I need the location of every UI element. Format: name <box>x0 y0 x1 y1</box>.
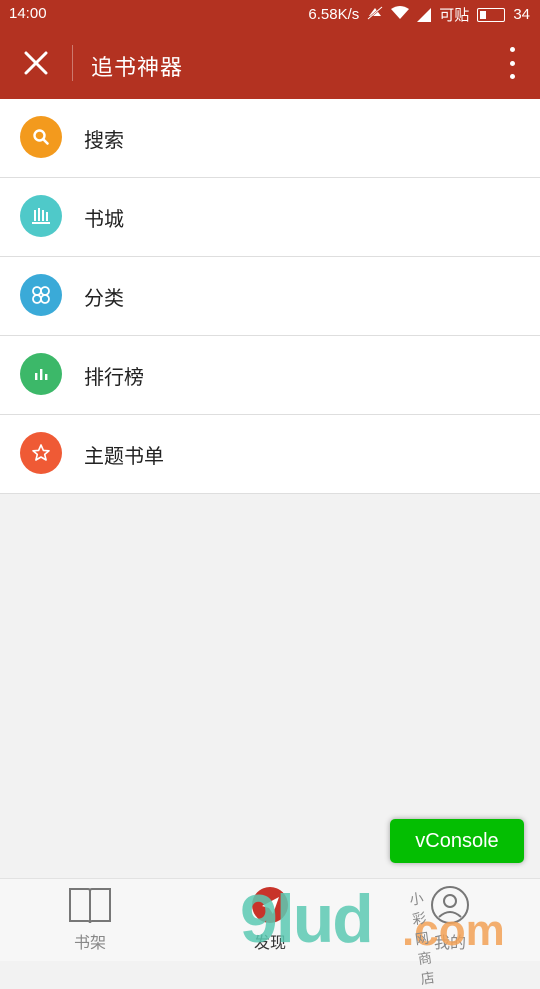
menu-item-label: 搜索 <box>84 127 124 152</box>
page-title: 追书神器 <box>91 56 184 81</box>
network-speed: 6.58K/s <box>308 6 360 23</box>
menu-item-ranking[interactable]: 排行榜 <box>0 336 540 415</box>
carrier-label: 可贴 <box>439 7 470 24</box>
bookstore-icon <box>20 195 62 237</box>
discover-menu: 搜索 书城 分类 排行榜 主题书单 <box>0 99 540 494</box>
menu-item-label: 主题书单 <box>84 443 164 468</box>
mute-icon <box>367 5 383 24</box>
nav-item-discover[interactable]: 发现 <box>220 885 320 957</box>
battery-icon <box>477 7 506 22</box>
battery-level: 34 <box>513 6 530 23</box>
nav-label: 书架 <box>73 933 106 952</box>
title-divider <box>72 45 73 81</box>
nav-label: 发现 <box>253 933 286 952</box>
menu-item-theme-booklist[interactable]: 主题书单 <box>0 415 540 494</box>
more-dot-icon <box>509 74 515 79</box>
ranking-icon <box>20 353 62 395</box>
more-dot-icon <box>509 60 515 66</box>
nav-label: 我的 <box>433 933 466 952</box>
status-time: 14:00 <box>9 5 47 22</box>
status-bar: 14:00 6.58K/s 可贴 34 <box>0 0 540 27</box>
menu-item-category[interactable]: 分类 <box>0 257 540 336</box>
bottom-nav: 书架 发现 我的 <box>0 878 540 961</box>
nav-item-bookshelf[interactable]: 书架 <box>40 885 140 957</box>
signal-icon <box>417 7 432 22</box>
menu-item-label: 分类 <box>84 285 124 310</box>
bookshelf-icon <box>69 888 111 924</box>
more-menu-button[interactable] <box>506 47 518 79</box>
app-bar: 追书神器 <box>0 27 540 99</box>
menu-item-label: 排行榜 <box>84 364 144 389</box>
wifi-icon <box>391 5 410 24</box>
discover-icon <box>252 887 288 923</box>
more-dot-icon <box>509 47 515 52</box>
vconsole-button[interactable]: vConsole <box>390 819 524 863</box>
close-icon <box>24 51 48 75</box>
category-icon <box>20 274 62 316</box>
profile-icon <box>431 886 469 924</box>
status-right: 6.58K/s 可贴 34 <box>308 4 530 25</box>
menu-item-search[interactable]: 搜索 <box>0 99 540 178</box>
star-icon <box>20 432 62 474</box>
search-icon <box>20 116 62 158</box>
nav-item-profile[interactable]: 我的 <box>400 885 500 957</box>
menu-item-label: 书城 <box>84 206 124 231</box>
close-button[interactable] <box>18 45 54 81</box>
menu-item-bookstore[interactable]: 书城 <box>0 178 540 257</box>
